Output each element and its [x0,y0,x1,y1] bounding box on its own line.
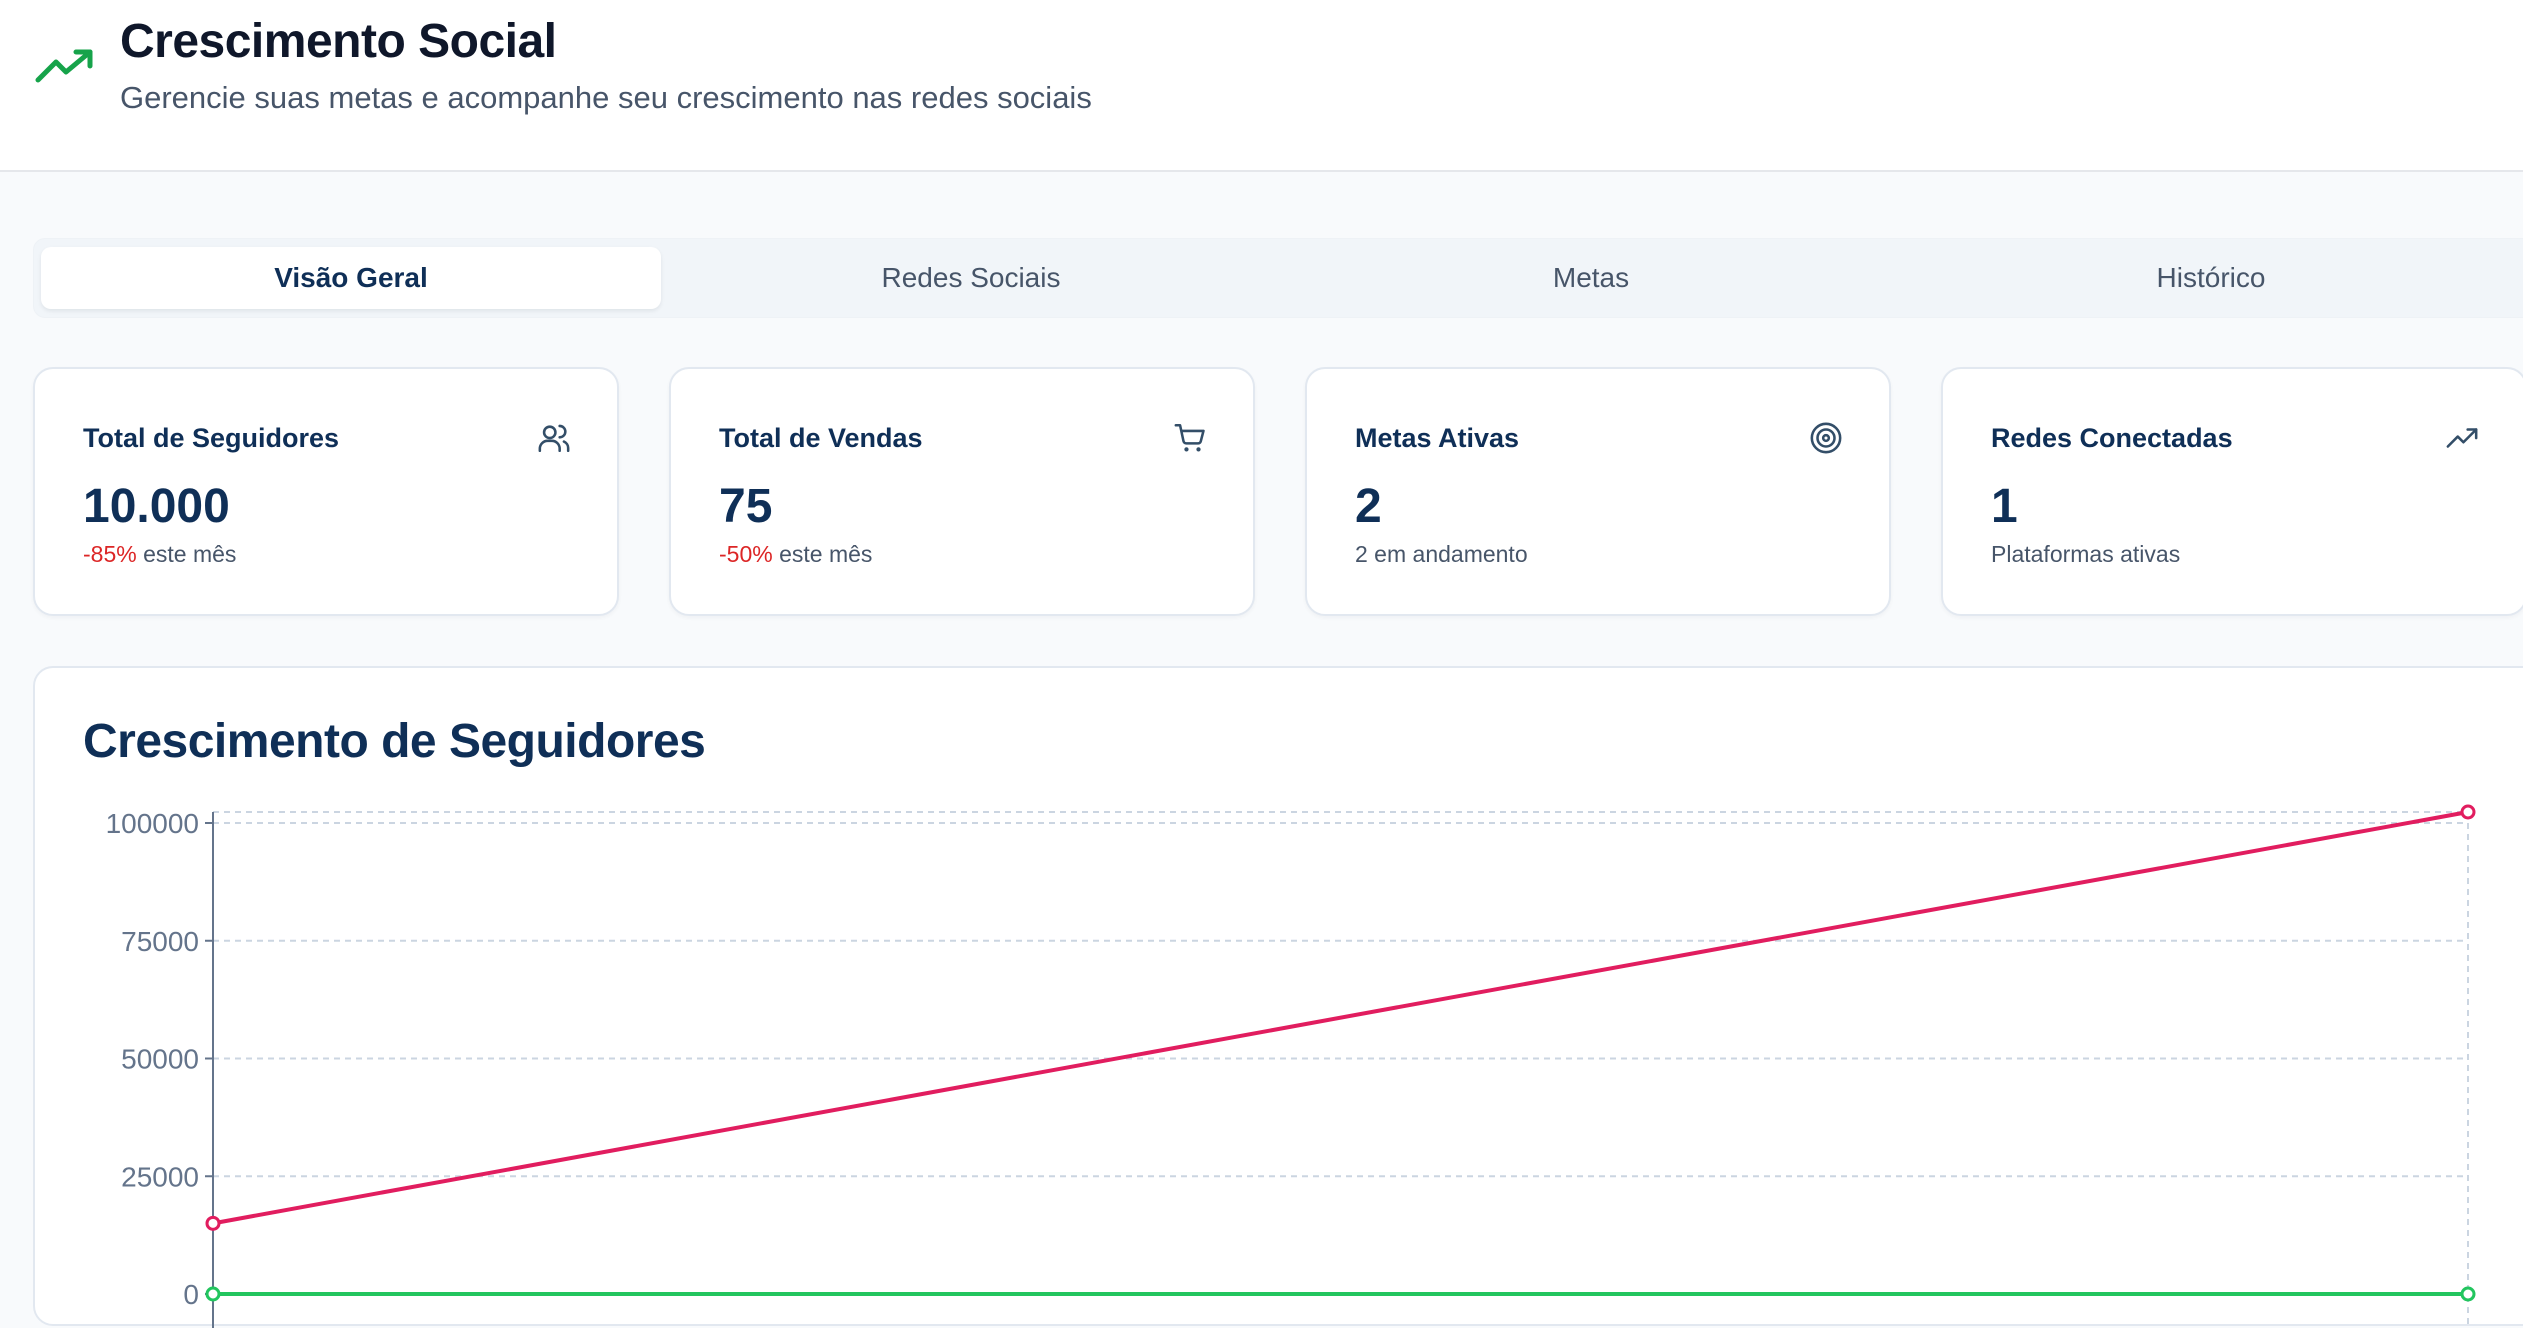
data-point [2460,1286,2476,1302]
trending-up-icon [2446,428,2478,448]
stat-change: -85% [83,541,137,567]
tab-metas[interactable]: Metas [1281,247,1901,309]
y-tick-label: 50000 [121,1044,199,1075]
target-icon [1810,422,1842,454]
y-tick-label: 0 [183,1279,199,1310]
y-tick-label: 100000 [106,808,199,839]
tab-visao-geral[interactable]: Visão Geral [41,247,661,309]
stat-card-note: 2 em andamento [1355,541,1528,567]
stat-card-goals: Metas Ativas 2 2 em andamento [1305,367,1891,616]
users-icon [538,424,570,453]
stat-change: -50% [719,541,773,567]
stat-note-text: este mês [772,541,873,567]
tab-historico[interactable]: Histórico [1901,247,2521,309]
stat-card-value: 1 [1991,480,2018,533]
followers-line-chart: 0 25000 50000 75000 100000 [106,804,2476,1328]
stat-card-title: Redes Conectadas [1991,423,2233,453]
y-tick-label: 25000 [121,1161,199,1192]
page-title: Crescimento Social [120,15,557,68]
stat-card-value: 2 [1355,480,1382,533]
stat-card-value: 10.000 [83,480,230,533]
tab-redes-sociais[interactable]: Redes Sociais [661,247,1281,309]
stat-card-note: Plataformas ativas [1991,541,2181,567]
stat-card-followers: Total de Seguidores 10.000 -85% este mês [33,367,619,616]
trending-up-icon [35,49,93,83]
stat-card-sales: Total de Vendas 75 -50% este mês [669,367,1255,616]
stat-card-note: -85% este mês [83,541,236,568]
data-point [205,1215,221,1231]
stat-card-title: Metas Ativas [1355,423,1520,453]
stat-card-title: Total de Vendas [719,423,923,453]
page-subtitle: Gerencie suas metas e acompanhe seu cres… [120,80,1092,115]
data-point [205,1286,221,1302]
stat-note-text: este mês [136,541,237,567]
data-point [2460,804,2476,820]
stat-card-networks: Redes Conectadas 1 Plataformas ativas [1941,367,2523,616]
stat-card-note: -50% este mês [719,541,872,568]
series-line [212,810,2469,1226]
tab-bar: Visão Geral Redes Sociais Metas Históric… [33,238,2523,318]
shopping-cart-icon [1174,423,1205,452]
followers-chart-panel: Crescimento de Seguidores 0 25000 50000 750… [33,666,2523,1328]
y-tick-label: 75000 [121,926,199,957]
app-header: Crescimento Social Gerencie suas metas e… [0,0,2523,172]
stat-card-title: Total de Seguidores [83,423,340,453]
stat-card-value: 75 [719,480,773,533]
